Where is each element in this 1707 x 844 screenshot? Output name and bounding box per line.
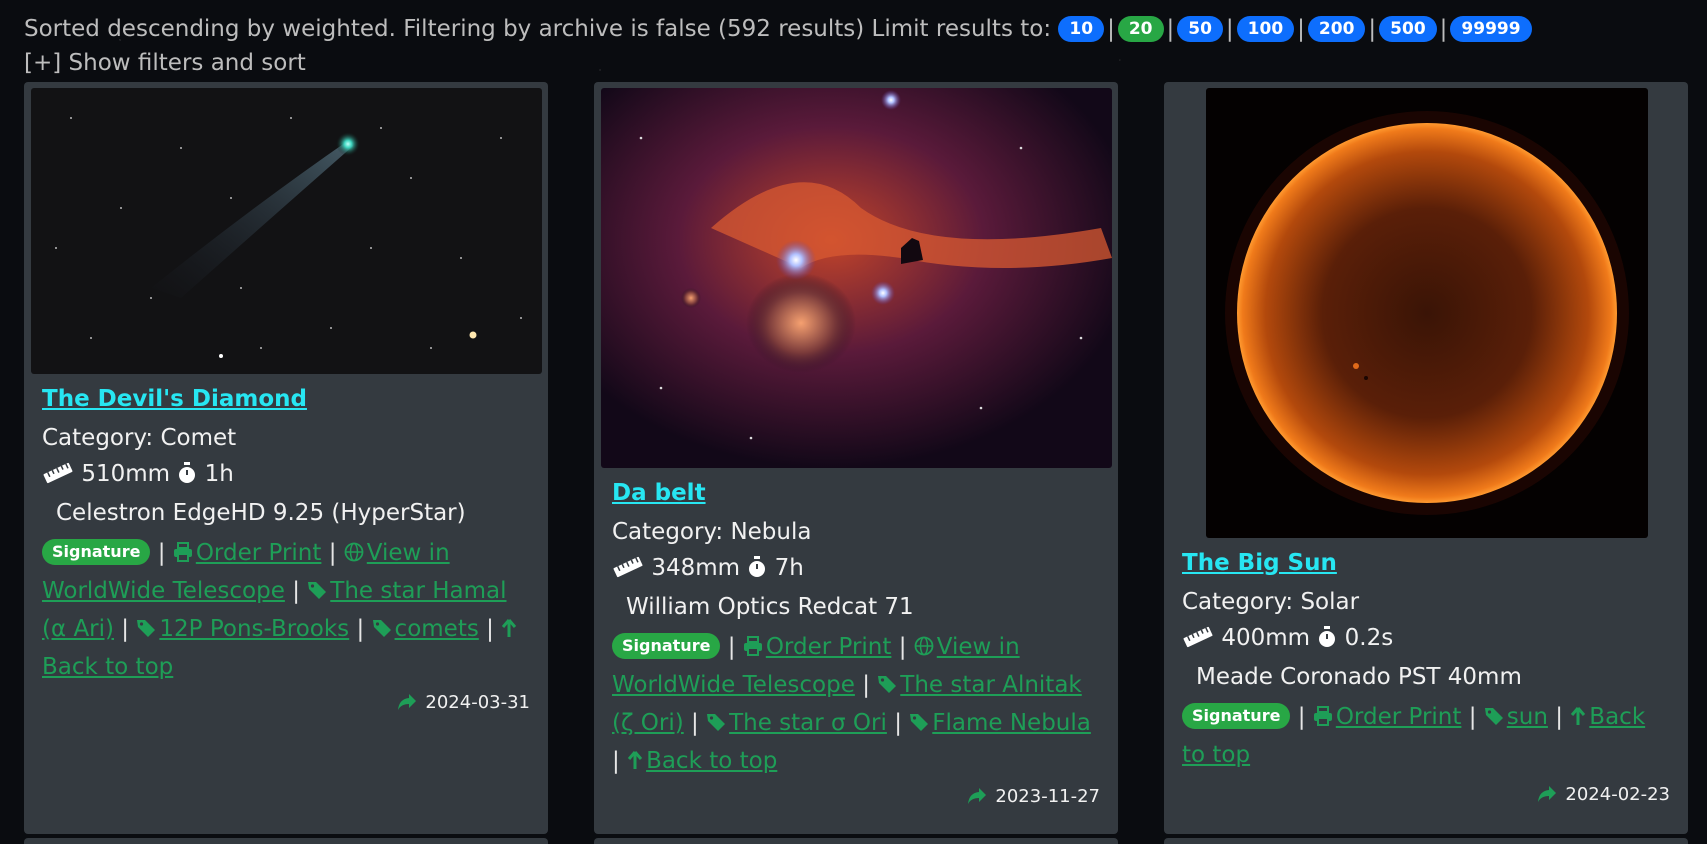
- focal-length: 400mm: [1221, 625, 1311, 651]
- specs-line: 510mm 1h: [42, 456, 530, 495]
- tag-icon: [136, 613, 156, 649]
- ruler-icon: [42, 459, 74, 495]
- stopwatch-icon: [1317, 623, 1337, 659]
- published-date: 2024-03-31: [397, 692, 530, 716]
- order-print-link[interactable]: Order Print: [743, 634, 891, 660]
- tag-icon: [1484, 701, 1504, 737]
- signature-badge: Signature: [612, 633, 721, 659]
- image-title-link[interactable]: The Devil's Diamond: [42, 386, 307, 412]
- nebula-photo[interactable]: [601, 88, 1112, 468]
- exposure-time: 1h: [204, 461, 234, 487]
- telescope-name: Meade Coronado PST 40mm: [1196, 664, 1522, 690]
- show-filters-toggle[interactable]: [+] Show filters and sort: [24, 48, 306, 78]
- results-status-bar: Sorted descending by weighted. Filtering…: [24, 14, 1532, 44]
- globe-icon: [914, 631, 934, 667]
- stopwatch-icon: [747, 553, 767, 589]
- arrow-up-icon: [1570, 701, 1586, 737]
- gallery-card: Da belt Category: Nebula 348mm 7h Willia…: [594, 82, 1118, 834]
- next-card-edge: [1164, 838, 1688, 844]
- telescope-name: William Optics Redcat 71: [626, 594, 914, 620]
- back-to-top-link[interactable]: Back to top: [627, 748, 777, 774]
- arrow-up-icon: [501, 613, 517, 649]
- limit-10-button[interactable]: 10: [1058, 16, 1105, 42]
- comet-photo[interactable]: [31, 88, 542, 374]
- tag-link[interactable]: 12P Pons-Brooks: [136, 616, 349, 642]
- printer-icon: [1313, 701, 1333, 737]
- specs-line: 348mm 7h: [612, 550, 1100, 589]
- exposure-time: 7h: [774, 555, 804, 581]
- exposure-time: 0.2s: [1344, 625, 1394, 651]
- order-print-link[interactable]: Order Print: [173, 540, 321, 566]
- specs-line: 400mm 0.2s: [1182, 620, 1670, 659]
- limit-20-button[interactable]: 20: [1117, 16, 1164, 42]
- image-title-link[interactable]: Da belt: [612, 480, 706, 506]
- category-line: Category: Nebula: [612, 519, 812, 545]
- tag-link[interactable]: The star σ Ori: [706, 710, 887, 736]
- share-icon: [1537, 785, 1557, 808]
- focal-length: 348mm: [651, 555, 741, 581]
- limit-100-button[interactable]: 100: [1236, 16, 1295, 42]
- focal-length: 510mm: [81, 461, 171, 487]
- tag-icon: [372, 613, 392, 649]
- sun-photo[interactable]: [1206, 88, 1648, 538]
- printer-icon: [743, 631, 763, 667]
- card-links: Signature | Order Print | View in WorldW…: [42, 535, 530, 685]
- printer-icon: [173, 537, 193, 573]
- limit-50-button[interactable]: 50: [1177, 16, 1223, 42]
- published-date: 2023-11-27: [967, 786, 1100, 810]
- tag-icon: [706, 707, 726, 743]
- tag-link[interactable]: comets: [372, 616, 479, 642]
- published-date: 2024-02-23: [1537, 784, 1670, 808]
- card-links: Signature | Order Print | sun | Back to …: [1182, 699, 1670, 773]
- tag-link[interactable]: Flame Nebula: [909, 710, 1091, 736]
- tag-link[interactable]: sun: [1484, 704, 1548, 730]
- image-title-link[interactable]: The Big Sun: [1182, 550, 1337, 576]
- order-print-link[interactable]: Order Print: [1313, 704, 1461, 730]
- next-card-edge: [594, 838, 1118, 844]
- category-line: Category: Solar: [1182, 589, 1360, 615]
- tag-icon: [909, 707, 929, 743]
- gallery-card: The Devil's Diamond Category: Comet 510m…: [24, 82, 548, 834]
- tag-icon: [877, 669, 897, 705]
- ruler-icon: [612, 553, 644, 589]
- category-line: Category: Comet: [42, 425, 237, 451]
- globe-icon: [344, 537, 364, 573]
- telescope-name: Celestron EdgeHD 9.25 (HyperStar): [56, 500, 466, 526]
- limit-500-button[interactable]: 500: [1379, 16, 1437, 42]
- limit-99999-button[interactable]: 99999: [1450, 16, 1532, 42]
- next-card-edge: [24, 838, 548, 844]
- tag-icon: [307, 575, 327, 611]
- share-icon: [967, 787, 987, 810]
- ruler-icon: [1182, 623, 1214, 659]
- card-links: Signature | Order Print | View in WorldW…: [612, 629, 1100, 781]
- stopwatch-icon: [177, 459, 197, 495]
- signature-badge: Signature: [42, 539, 151, 565]
- gallery-card: The Big Sun Category: Solar 400mm 0.2s M…: [1164, 82, 1688, 834]
- signature-badge: Signature: [1182, 703, 1291, 729]
- status-text: Sorted descending by weighted. Filtering…: [24, 16, 1052, 42]
- share-icon: [397, 693, 417, 716]
- arrow-up-icon: [627, 745, 643, 781]
- limit-200-button[interactable]: 200: [1307, 16, 1366, 42]
